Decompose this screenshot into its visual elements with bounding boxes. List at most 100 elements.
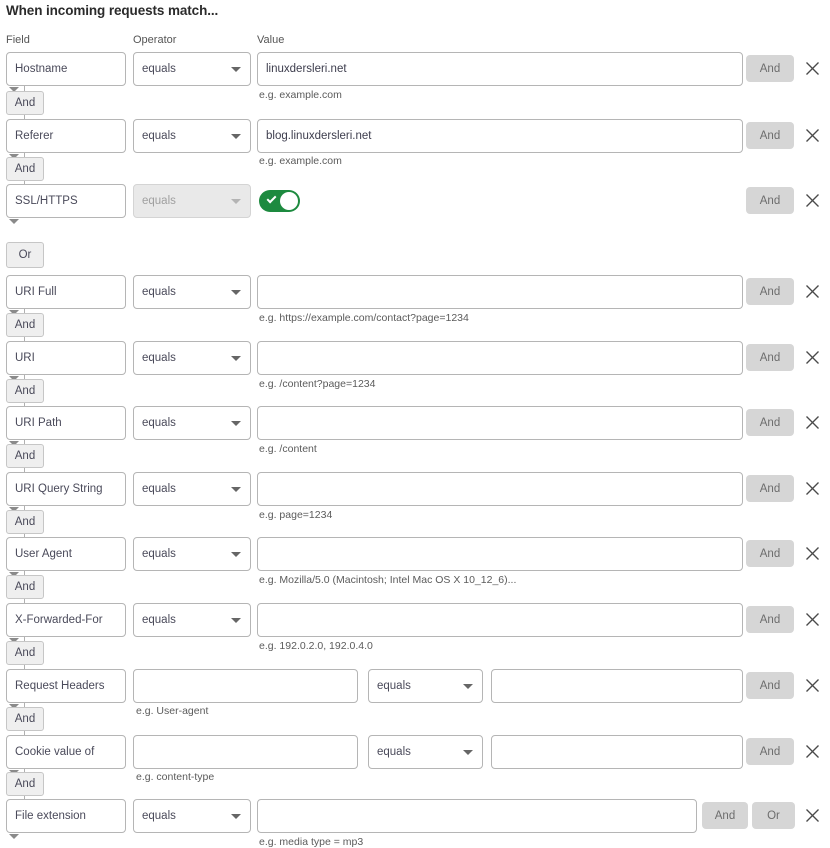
and-button-4[interactable]: And [746, 344, 794, 371]
value-input-6[interactable] [257, 472, 743, 506]
operator-select-8[interactable]: equals [133, 603, 251, 637]
operator-select-4[interactable]: equals [133, 341, 251, 375]
remove-rule-icon-3[interactable] [804, 283, 821, 300]
rule-row: URI Full equals And [0, 275, 830, 309]
rule-row: SSL/HTTPS equals And [0, 184, 830, 218]
operator-select-7[interactable]: equals [133, 537, 251, 571]
remove-rule-icon-5[interactable] [804, 414, 821, 431]
and-button-5[interactable]: And [746, 409, 794, 436]
and-connector-chip-9[interactable]: And [6, 707, 44, 731]
and-button-0[interactable]: And [746, 55, 794, 82]
and-button-7[interactable]: And [746, 540, 794, 567]
rule-row: Hostname equals linuxdersleri.net And [0, 52, 830, 86]
value-input-8[interactable] [257, 603, 743, 637]
value-input-1[interactable]: blog.linuxdersleri.net [257, 119, 743, 153]
and-connector-chip-7[interactable]: And [6, 575, 44, 599]
and-button-3[interactable]: And [746, 278, 794, 305]
rule-row: URI Path equals And [0, 406, 830, 440]
and-connector-chip-3[interactable]: And [6, 313, 44, 337]
rule-row: URI Query String equals And [0, 472, 830, 506]
operator-select-6[interactable]: equals [133, 472, 251, 506]
field-select-11[interactable]: File extension [6, 799, 126, 833]
field-select-10[interactable]: Cookie value of [6, 735, 126, 769]
field-select-8[interactable]: X-Forwarded-For [6, 603, 126, 637]
and-button-8[interactable]: And [746, 606, 794, 633]
chevron-down-icon [231, 552, 241, 557]
and-button-11[interactable]: And [702, 802, 748, 829]
and-connector-chip-0[interactable]: And [6, 91, 44, 115]
page-title: When incoming requests match... [6, 3, 219, 18]
operator-select-9[interactable]: equals [368, 669, 483, 703]
and-button-6[interactable]: And [746, 475, 794, 502]
remove-rule-icon-0[interactable] [804, 60, 821, 77]
row-connector-6: And [0, 506, 140, 537]
operator-select-5[interactable]: equals [133, 406, 251, 440]
chevron-down-icon [231, 67, 241, 72]
operator-select-2: equals [133, 184, 251, 218]
and-connector-chip-4[interactable]: And [6, 379, 44, 403]
row-connector-8: And [0, 637, 140, 669]
rule-row: Request Headers equals And [0, 669, 830, 703]
value-input-5[interactable] [257, 406, 743, 440]
value-input-4[interactable] [257, 341, 743, 375]
row-connector-10: And [0, 769, 140, 799]
remove-rule-icon-2[interactable] [804, 192, 821, 209]
or-connector-chip-2[interactable]: Or [6, 242, 44, 268]
value-input-7[interactable] [257, 537, 743, 571]
rule-row: Referer equals blog.linuxdersleri.net And [0, 119, 830, 153]
and-button-10[interactable]: And [746, 738, 794, 765]
field-select-4[interactable]: URI [6, 341, 126, 375]
field-select-2[interactable]: SSL/HTTPS [6, 184, 126, 218]
value-input-11[interactable] [257, 799, 697, 833]
value-hint-6: e.g. page=1234 [259, 509, 333, 521]
ssl-toggle-switch[interactable] [259, 190, 300, 212]
chevron-down-icon [231, 356, 241, 361]
field-select-5[interactable]: URI Path [6, 406, 126, 440]
and-connector-chip-8[interactable]: And [6, 641, 44, 665]
operator-select-3[interactable]: equals [133, 275, 251, 309]
remove-rule-icon-7[interactable] [804, 545, 821, 562]
check-icon [266, 193, 277, 204]
field-select-1[interactable]: Referer [6, 119, 126, 153]
remove-rule-icon-6[interactable] [804, 480, 821, 497]
value-hint-5: e.g. /content [259, 443, 317, 455]
operator-select-0[interactable]: equals [133, 52, 251, 86]
value-input-9[interactable] [491, 669, 743, 703]
value-input-3[interactable] [257, 275, 743, 309]
field-select-9[interactable]: Request Headers [6, 669, 126, 703]
value-input-10[interactable] [491, 735, 743, 769]
chevron-down-icon [231, 199, 241, 204]
and-button-2[interactable]: And [746, 187, 794, 214]
field-select-3[interactable]: URI Full [6, 275, 126, 309]
match-rules-panel: When incoming requests match... Field Op… [0, 0, 830, 848]
chevron-down-icon [9, 834, 19, 839]
value-hint-10: e.g. content-type [136, 771, 215, 783]
value-hint-0: e.g. example.com [259, 89, 342, 101]
and-button-1[interactable]: And [746, 122, 794, 149]
remove-rule-icon-11[interactable] [804, 807, 821, 824]
operator-select-10[interactable]: equals [368, 735, 483, 769]
and-button-9[interactable]: And [746, 672, 794, 699]
field-select-0[interactable]: Hostname [6, 52, 126, 86]
key-input-10[interactable] [133, 735, 358, 769]
value-hint-8: e.g. 192.0.2.0, 192.0.4.0 [259, 640, 373, 652]
key-input-9[interactable] [133, 669, 358, 703]
field-select-7[interactable]: User Agent [6, 537, 126, 571]
column-header-operator: Operator [133, 34, 177, 46]
remove-rule-icon-10[interactable] [804, 743, 821, 760]
operator-select-11[interactable]: equals [133, 799, 251, 833]
remove-rule-icon-4[interactable] [804, 349, 821, 366]
row-connector-5: And [0, 440, 140, 472]
operator-select-1[interactable]: equals [133, 119, 251, 153]
and-connector-chip-10[interactable]: And [6, 772, 44, 796]
and-connector-chip-6[interactable]: And [6, 510, 44, 534]
row-connector-9: And [0, 703, 140, 735]
remove-rule-icon-9[interactable] [804, 677, 821, 694]
and-connector-chip-1[interactable]: And [6, 157, 44, 181]
and-connector-chip-5[interactable]: And [6, 444, 44, 468]
or-button-11[interactable]: Or [752, 802, 795, 829]
remove-rule-icon-1[interactable] [804, 127, 821, 144]
value-input-0[interactable]: linuxdersleri.net [257, 52, 743, 86]
field-select-6[interactable]: URI Query String [6, 472, 126, 506]
remove-rule-icon-8[interactable] [804, 611, 821, 628]
